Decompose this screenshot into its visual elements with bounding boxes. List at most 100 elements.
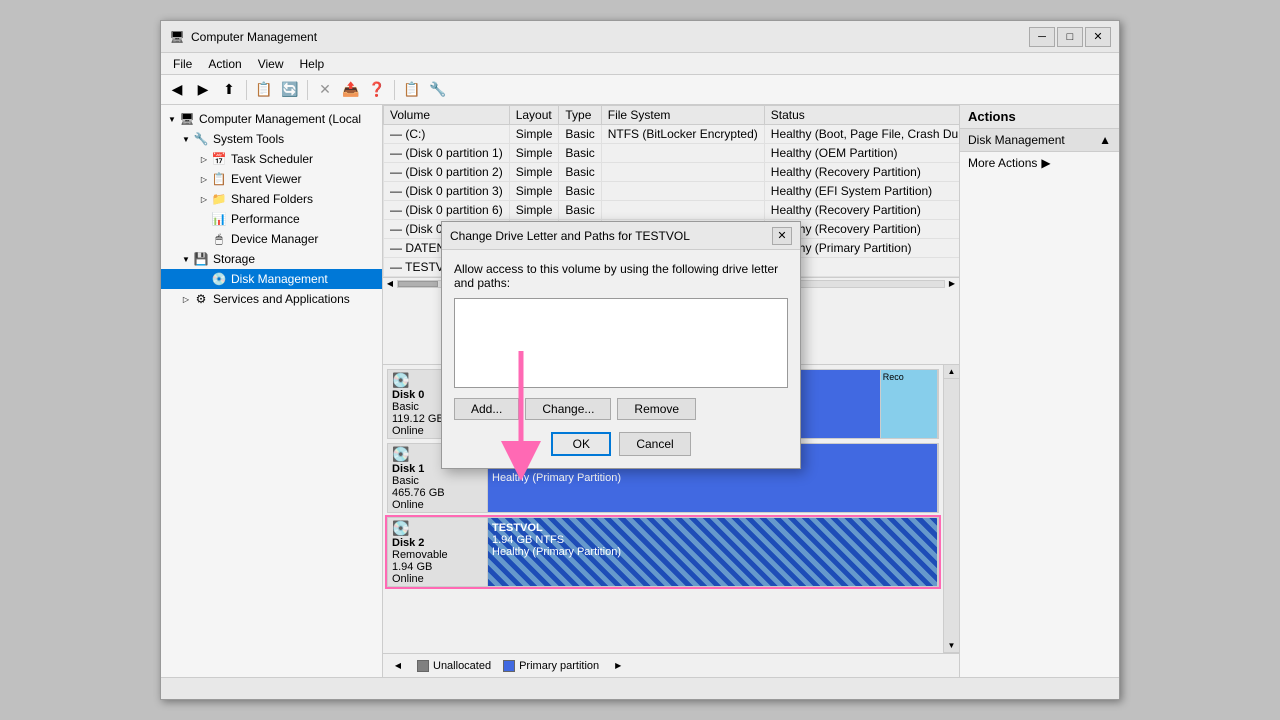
- performance-icon: 📊: [211, 211, 227, 227]
- more-actions-arrow: ▶: [1041, 156, 1050, 170]
- legend-box-unallocated: [417, 660, 429, 672]
- sidebar-item-services[interactable]: ▷ ⚙ Services and Applications: [161, 289, 382, 309]
- expand-arrow-shared: ▷: [197, 195, 211, 204]
- window-title: Computer Management: [191, 30, 1029, 44]
- menu-help[interactable]: Help: [292, 55, 333, 73]
- expand-arrow-services: ▷: [179, 295, 193, 304]
- toolbar-sep-1: [246, 80, 247, 100]
- services-icon: ⚙: [193, 291, 209, 307]
- dialog-change-drive-letter: Change Drive Letter and Paths for TESTVO…: [441, 221, 801, 469]
- dialog-title-text: Change Drive Letter and Paths for TESTVO…: [450, 229, 772, 243]
- disk-1-status: Online: [392, 499, 483, 511]
- sidebar-label-performance: Performance: [231, 212, 300, 226]
- scroll-thumb-h[interactable]: [398, 281, 438, 287]
- sidebar-item-shared-folders[interactable]: ▷ 📁 Shared Folders: [161, 189, 382, 209]
- toolbar-properties[interactable]: 📤: [339, 78, 363, 102]
- dialog-action-buttons: Add... Change... Remove: [454, 398, 788, 420]
- cell-type: Basic: [559, 182, 601, 201]
- task-scheduler-icon: 📅: [211, 151, 227, 167]
- v-scrollbar[interactable]: ▲ ▼: [943, 365, 959, 653]
- disk-2-status: Online: [392, 573, 483, 585]
- cell-status: Healthy (OEM Partition): [764, 144, 959, 163]
- cell-type: Basic: [559, 144, 601, 163]
- actions-disk-management[interactable]: Disk Management ▲: [960, 129, 1119, 152]
- legend-bar: ◀ Unallocated Primary partition ▶: [383, 653, 959, 677]
- dialog-ok-button[interactable]: OK: [551, 432, 611, 456]
- dialog-title-bar: Change Drive Letter and Paths for TESTVO…: [442, 222, 800, 250]
- legend-label-primary: Primary partition: [519, 660, 599, 672]
- menu-view[interactable]: View: [250, 55, 292, 73]
- sidebar-item-disk-management[interactable]: 💿 Disk Management: [161, 269, 382, 289]
- actions-more[interactable]: More Actions ▶: [960, 152, 1119, 174]
- cell-volume: — (Disk 0 partition 1): [384, 144, 510, 163]
- sidebar: ▼ 🖥 Computer Management (Local ▼ 🔧 Syste…: [161, 105, 383, 677]
- menu-action[interactable]: Action: [200, 55, 249, 73]
- toolbar-extra1[interactable]: 📋: [400, 78, 424, 102]
- scroll-left[interactable]: ◀: [383, 279, 397, 288]
- cell-status: Healthy (EFI System Partition): [764, 182, 959, 201]
- disk-2-size: 1.94 GB: [392, 561, 483, 573]
- actions-expand-icon: ▲: [1099, 133, 1111, 147]
- sidebar-item-computer-management[interactable]: ▼ 🖥 Computer Management (Local: [161, 109, 382, 129]
- computer-icon: 🖥: [179, 111, 195, 127]
- window-icon: 🖥: [169, 29, 185, 45]
- sidebar-item-system-tools[interactable]: ▼ 🔧 System Tools: [161, 129, 382, 149]
- table-row[interactable]: — (Disk 0 partition 3) Simple Basic Heal…: [384, 182, 960, 201]
- minimize-button[interactable]: ─: [1029, 27, 1055, 47]
- table-row[interactable]: — (Disk 0 partition 2) Simple Basic Heal…: [384, 163, 960, 182]
- legend-label-unallocated: Unallocated: [433, 660, 491, 672]
- dialog-listbox[interactable]: [454, 298, 788, 388]
- toolbar-refresh[interactable]: 🔄: [278, 78, 302, 102]
- legend-scroll-left[interactable]: ◀: [391, 661, 405, 670]
- title-bar: 🖥 Computer Management ─ □ ✕: [161, 21, 1119, 53]
- cell-type: Basic: [559, 201, 601, 220]
- cell-layout: Simple: [509, 182, 559, 201]
- toolbar-help[interactable]: ❓: [365, 78, 389, 102]
- sidebar-label-device-manager: Device Manager: [231, 232, 318, 246]
- table-row[interactable]: — (C:) Simple Basic NTFS (BitLocker Encr…: [384, 125, 960, 144]
- expand-arrow: ▼: [165, 115, 179, 124]
- dialog-change-button[interactable]: Change...: [525, 398, 611, 420]
- cell-layout: Simple: [509, 144, 559, 163]
- col-filesystem: File System: [601, 106, 764, 125]
- scroll-up[interactable]: ▲: [944, 365, 959, 379]
- scroll-down[interactable]: ▼: [944, 639, 959, 653]
- partition-recovery[interactable]: Reco: [881, 370, 938, 438]
- testvol-size: 1.94 GB NTFS: [492, 534, 933, 546]
- cell-volume: — (Disk 0 partition 2): [384, 163, 510, 182]
- sidebar-item-performance[interactable]: 📊 Performance: [161, 209, 382, 229]
- sidebar-item-event-viewer[interactable]: ▷ 📋 Event Viewer: [161, 169, 382, 189]
- dialog-remove-button[interactable]: Remove: [617, 398, 696, 420]
- col-type: Type: [559, 106, 601, 125]
- menu-file[interactable]: File: [165, 55, 200, 73]
- toolbar-back[interactable]: ◀: [165, 78, 189, 102]
- toolbar-forward[interactable]: ▶: [191, 78, 215, 102]
- actions-disk-label: Disk Management: [968, 133, 1065, 147]
- toolbar-up[interactable]: ⬆: [217, 78, 241, 102]
- cell-fs: NTFS (BitLocker Encrypted): [601, 125, 764, 144]
- cell-layout: Simple: [509, 163, 559, 182]
- sidebar-label-task-scheduler: Task Scheduler: [231, 152, 313, 166]
- legend-unallocated: Unallocated: [417, 660, 491, 672]
- dialog-add-button[interactable]: Add...: [454, 398, 519, 420]
- system-tools-icon: 🔧: [193, 131, 209, 147]
- actions-panel: Actions Disk Management ▲ More Actions ▶: [959, 105, 1119, 677]
- scroll-right[interactable]: ▶: [945, 279, 959, 288]
- table-row[interactable]: — (Disk 0 partition 1) Simple Basic Heal…: [384, 144, 960, 163]
- maximize-button[interactable]: □: [1057, 27, 1083, 47]
- cell-layout: Simple: [509, 201, 559, 220]
- sidebar-item-device-manager[interactable]: 🖱 Device Manager: [161, 229, 382, 249]
- sidebar-item-task-scheduler[interactable]: ▷ 📅 Task Scheduler: [161, 149, 382, 169]
- toolbar-extra2[interactable]: 🔧: [426, 78, 450, 102]
- toolbar-show-hide[interactable]: 📋: [252, 78, 276, 102]
- scroll-track-v: [944, 379, 959, 639]
- close-button[interactable]: ✕: [1085, 27, 1111, 47]
- legend-scroll-right[interactable]: ▶: [611, 661, 625, 670]
- table-row[interactable]: — (Disk 0 partition 6) Simple Basic Heal…: [384, 201, 960, 220]
- sidebar-item-storage[interactable]: ▼ 💾 Storage: [161, 249, 382, 269]
- dialog-close-button[interactable]: ✕: [772, 227, 792, 245]
- disk-2-partitions: TESTVOL 1.94 GB NTFS Healthy (Primary Pa…: [488, 518, 938, 586]
- partition-testvol[interactable]: TESTVOL 1.94 GB NTFS Healthy (Primary Pa…: [488, 518, 938, 586]
- dialog-cancel-button[interactable]: Cancel: [619, 432, 690, 456]
- disk-2-name: Disk 2: [392, 537, 483, 549]
